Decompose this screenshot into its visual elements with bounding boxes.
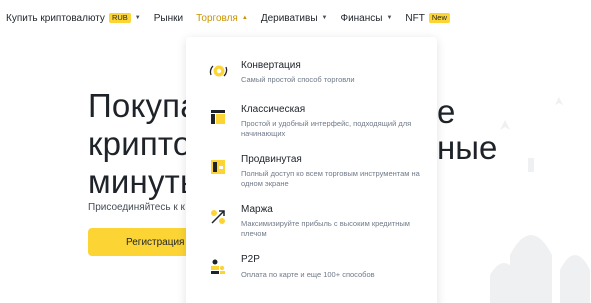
- menu-item-title: Маржа: [241, 204, 273, 215]
- menu-item-classic[interactable]: Классическая Простой и удобный интерфейс…: [186, 99, 437, 147]
- dome-icon: [490, 263, 518, 303]
- menu-item-title: Классическая: [241, 104, 306, 115]
- nav-markets[interactable]: Рынки: [154, 13, 183, 24]
- menu-item-description: Простой и удобный интерфейс, подходящий …: [241, 119, 412, 138]
- menu-item-description: Полный доступ ко всем торговым инструмен…: [241, 169, 420, 188]
- menu-item-p2p[interactable]: P2P Оплата по карте и еще 100+ способов: [186, 249, 437, 297]
- menu-item-title: P2P: [241, 254, 260, 265]
- chevron-down-icon: ▼: [386, 15, 393, 21]
- nav-buy-crypto-label: Купить криптовалюту: [6, 12, 105, 24]
- register-button-label: Регистрация: [126, 236, 185, 248]
- p2p-icon: [211, 259, 225, 274]
- chevron-up-icon: ▲: [241, 15, 248, 21]
- nav-nft[interactable]: NFT New: [405, 12, 450, 24]
- menu-item-title: Конвертация: [241, 60, 301, 71]
- top-nav: Купить криптовалюту RUB ▼ Рынки Торговля…: [0, 0, 591, 36]
- menu-item-margin[interactable]: Маржа Максимизируйте прибыль с высоким к…: [186, 199, 437, 247]
- menu-item-description: Самый простой способ торговли: [241, 75, 355, 84]
- hero-title-fragment-1: е: [437, 93, 456, 130]
- menu-item-convert[interactable]: Конвертация Самый простой способ торговл…: [186, 55, 437, 103]
- nav-buy-crypto[interactable]: Купить криптовалюту RUB ▼: [6, 13, 141, 24]
- convert-icon: [209, 65, 228, 77]
- menu-item-advanced[interactable]: Продвинутая Полный доступ ко всем торгов…: [186, 149, 437, 197]
- menu-item-description: Оплата по карте и еще 100+ способов: [241, 270, 375, 279]
- nav-derivatives[interactable]: Деривативы ▼: [261, 13, 328, 24]
- trade-dropdown-menu: Конвертация Самый простой способ торговл…: [186, 37, 437, 303]
- chevron-down-icon: ▼: [321, 15, 328, 21]
- sparkle-icon: [500, 120, 510, 130]
- spire-icon: [528, 158, 534, 172]
- nav-trade-label: Торговля: [196, 12, 238, 24]
- nav-markets-label: Рынки: [153, 12, 184, 24]
- advanced-layout-icon: [211, 160, 225, 174]
- classic-layout-icon: [211, 110, 225, 124]
- decorative-illustration: [490, 97, 590, 303]
- nav-derivatives-label: Деривативы: [260, 12, 318, 24]
- currency-badge: RUB: [108, 13, 131, 23]
- menu-item-title: Продвинутая: [241, 154, 302, 165]
- nav-finance[interactable]: Финансы ▼: [340, 13, 392, 24]
- margin-icon: [211, 210, 225, 224]
- nav-finance-label: Финансы: [340, 12, 383, 24]
- sparkle-icon: [555, 97, 563, 105]
- menu-item-description: Максимизируйте прибыль с высоким кредитн…: [241, 219, 410, 238]
- dome-icon: [560, 255, 590, 303]
- hero-subtitle: Присоединяйтесь к к: [88, 202, 185, 213]
- nav-nft-label: NFT: [405, 12, 425, 24]
- chevron-down-icon: ▼: [134, 15, 141, 21]
- nav-trade[interactable]: Торговля ▲: [196, 13, 248, 24]
- new-badge: New: [428, 13, 450, 23]
